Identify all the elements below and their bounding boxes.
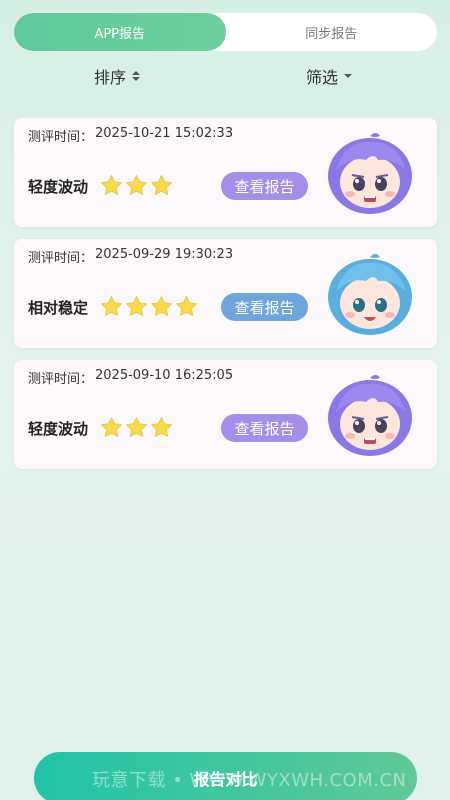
caret-down-icon: [344, 74, 353, 78]
test-time-label: 测评时间：: [28, 130, 94, 145]
status-text: 轻度波动: [28, 420, 89, 438]
tab-sync-report[interactable]: 同步报告: [226, 13, 438, 51]
tab-app-report[interactable]: APP报告: [14, 13, 226, 51]
report-card: 测评时间： 2025-09-29 19:30:23 相对稳定 查看报告: [14, 239, 437, 348]
view-report-button[interactable]: 查看报告: [221, 414, 308, 442]
test-time-value: 2025-10-21 15:02:33: [95, 126, 234, 141]
star-icon: [101, 175, 122, 195]
sort-arrows-icon: [132, 71, 141, 81]
test-time-label: 测评时间：: [28, 372, 94, 387]
view-report-button[interactable]: 查看报告: [221, 172, 308, 200]
sort-label: 排序: [94, 68, 127, 87]
status-text: 相对稳定: [28, 299, 89, 317]
sort-button[interactable]: 排序: [94, 64, 141, 88]
purple-hair-worried-girl-avatar: [328, 133, 412, 214]
report-card: 测评时间： 2025-10-21 15:02:33 轻度波动 查看报告: [14, 118, 437, 227]
filter-row: 排序 筛选: [0, 64, 450, 90]
status-text: 轻度波动: [28, 178, 89, 196]
star-icon: [101, 296, 122, 316]
star-icon: [126, 175, 147, 195]
compare-reports-label: 报告对比: [193, 770, 258, 789]
filter-label: 筛选: [306, 68, 339, 87]
test-time: 测评时间： 2025-10-21 15:02:33: [28, 126, 233, 145]
test-time: 测评时间： 2025-09-10 16:25:05: [28, 368, 233, 387]
star-icon: [151, 417, 172, 437]
test-time-label: 测评时间：: [28, 251, 94, 266]
report-tabs: APP报告 同步报告: [14, 13, 437, 51]
filter-button[interactable]: 筛选: [306, 64, 353, 88]
purple-hair-worried-girl-avatar: [328, 375, 412, 456]
star-icon: [126, 417, 147, 437]
view-report-button[interactable]: 查看报告: [221, 293, 308, 321]
star-icon: [176, 296, 197, 316]
test-time-value: 2025-09-29 19:30:23: [95, 247, 234, 262]
compare-reports-button[interactable]: 报告对比: [34, 752, 417, 800]
report-card: 测评时间： 2025-09-10 16:25:05 轻度波动 查看报告: [14, 360, 437, 469]
star-rating: [100, 174, 173, 197]
test-time-value: 2025-09-10 16:25:05: [95, 368, 234, 383]
star-icon: [126, 296, 147, 316]
test-time: 测评时间： 2025-09-29 19:30:23: [28, 247, 233, 266]
star-rating: [100, 416, 173, 439]
blue-hair-smiling-girl-avatar: [328, 254, 412, 335]
star-icon: [151, 296, 172, 316]
star-icon: [101, 417, 122, 437]
star-icon: [151, 175, 172, 195]
star-rating: [100, 295, 198, 318]
